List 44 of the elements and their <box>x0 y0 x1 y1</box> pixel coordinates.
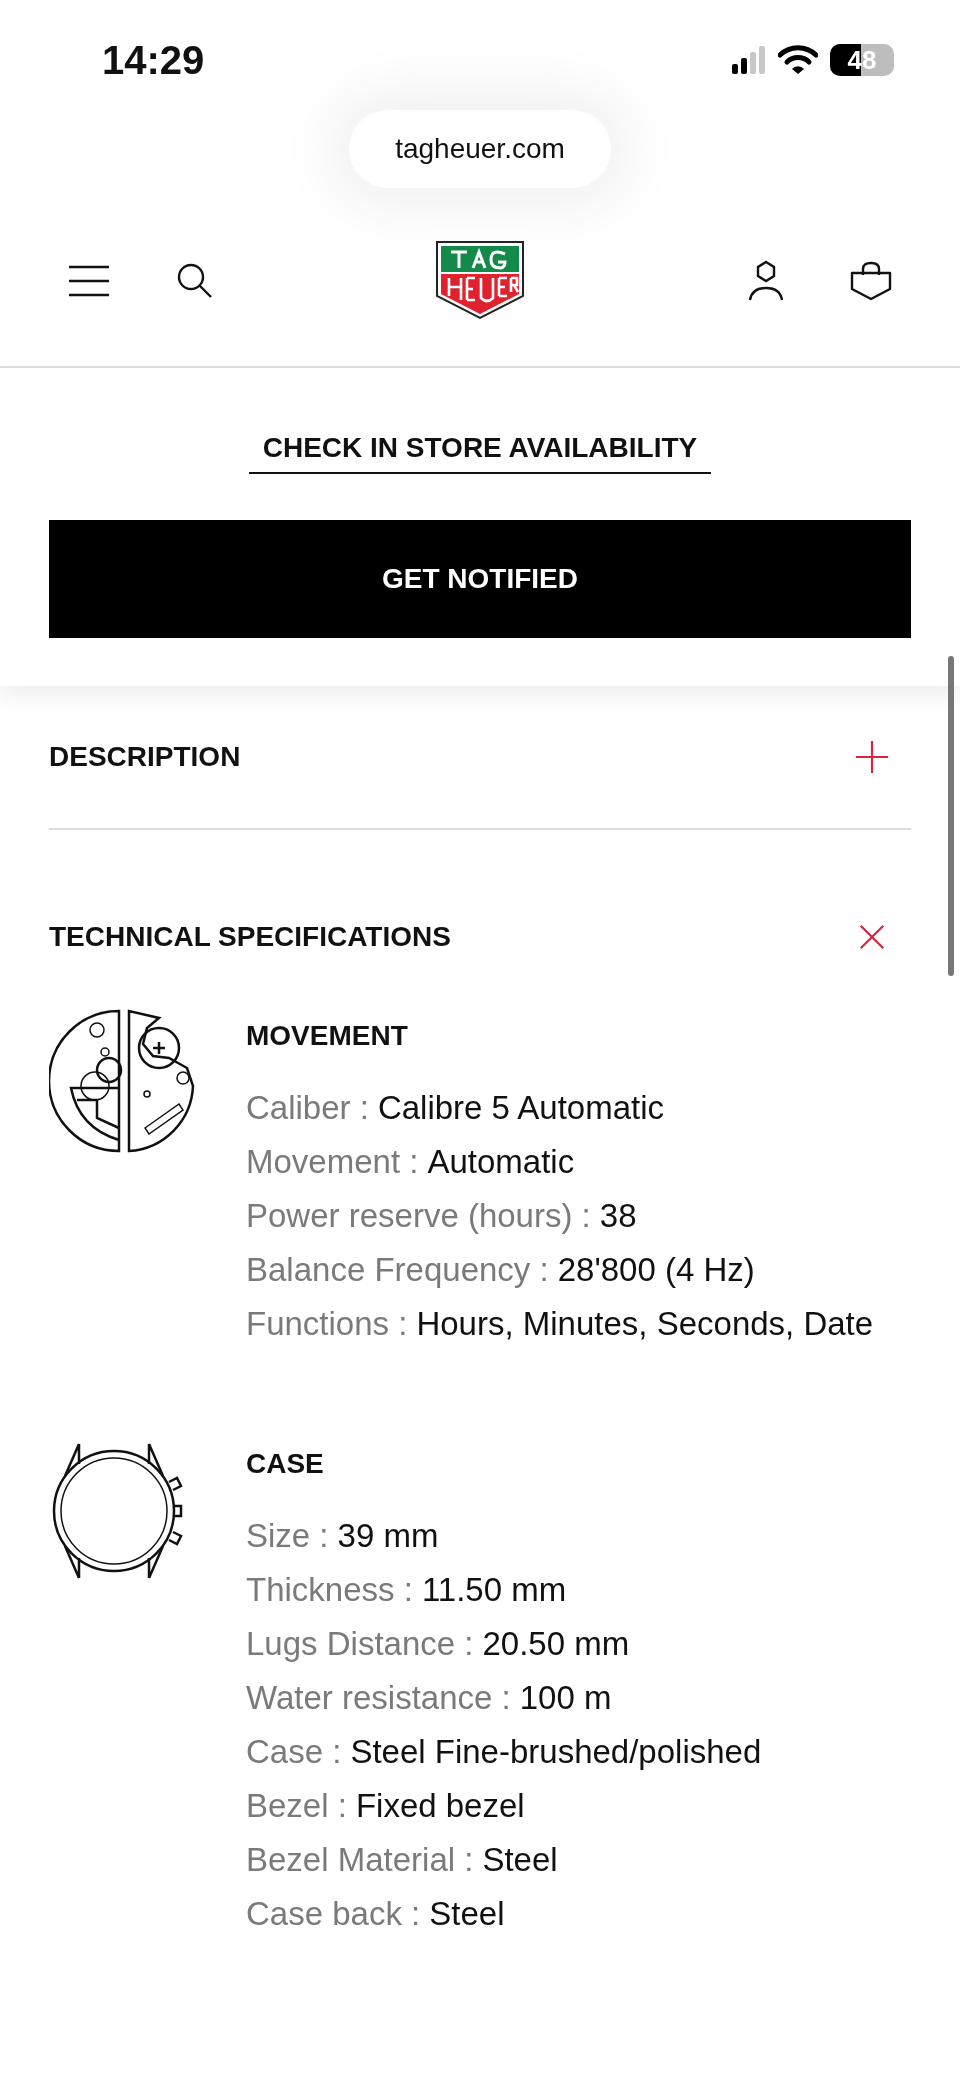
spec-label: Thickness : <box>246 1570 413 1610</box>
search-icon[interactable] <box>176 262 214 300</box>
spec-label: Balance Frequency : <box>246 1250 549 1290</box>
spec-label: Lugs Distance : <box>246 1624 474 1664</box>
menu-icon[interactable] <box>68 265 110 297</box>
spec-value: Steel <box>482 1840 558 1880</box>
spec-group-title: MOVEMENT <box>246 1020 409 1052</box>
spec-label: Case back : <box>246 1894 421 1934</box>
user-icon[interactable] <box>748 260 784 302</box>
plus-icon[interactable] <box>855 740 889 774</box>
spec-value: Steel <box>429 1894 505 1934</box>
scrollbar[interactable] <box>948 656 954 976</box>
spec-value: 28'800 (4 Hz) <box>557 1250 755 1290</box>
spec-label: Movement : <box>246 1142 419 1182</box>
watch-movement-icon <box>49 1008 197 1154</box>
spec-value: 39 mm <box>337 1516 439 1556</box>
spec-value: 11.50 mm <box>421 1570 567 1610</box>
section-title[interactable]: DESCRIPTION <box>49 741 241 773</box>
shopping-bag-icon[interactable] <box>850 261 892 301</box>
status-time: 14:29 <box>102 36 205 83</box>
spec-label: Bezel Material : <box>246 1840 474 1880</box>
spec-label: Functions : <box>246 1304 408 1344</box>
spec-label: Water resistance : <box>246 1678 511 1718</box>
spec-group-title: CASE <box>246 1448 325 1480</box>
spec-value: Steel Fine-brushed/polished <box>350 1732 762 1772</box>
brand-logo-icon[interactable] <box>435 240 525 320</box>
spec-value: Automatic <box>427 1142 575 1182</box>
spec-value: 20.50 mm <box>482 1624 630 1664</box>
spec-value: 38 <box>599 1196 637 1236</box>
spec-value: Hours, Minutes, Seconds, Date <box>416 1304 874 1344</box>
spec-label: Power reserve (hours) : <box>246 1196 591 1236</box>
section-title[interactable]: TECHNICAL SPECIFICATIONS <box>49 921 451 953</box>
address-bar[interactable]: tagheuer.com <box>349 110 611 188</box>
spec-value: Fixed bezel <box>355 1786 525 1826</box>
spec-value: Calibre 5 Automatic <box>377 1088 665 1128</box>
spec-label: Caliber : <box>246 1088 369 1128</box>
spec-label: Size : <box>246 1516 329 1556</box>
store-availability-link[interactable]: CHECK IN STORE AVAILABILITY <box>248 432 712 474</box>
wifi-icon <box>778 45 818 75</box>
spec-label: Case : <box>246 1732 342 1772</box>
get-notified-button[interactable]: GET NOTIFIED <box>49 520 911 638</box>
signal-icon <box>732 46 766 74</box>
spec-value: 100 m <box>519 1678 612 1718</box>
spec-label: Bezel : <box>246 1786 347 1826</box>
